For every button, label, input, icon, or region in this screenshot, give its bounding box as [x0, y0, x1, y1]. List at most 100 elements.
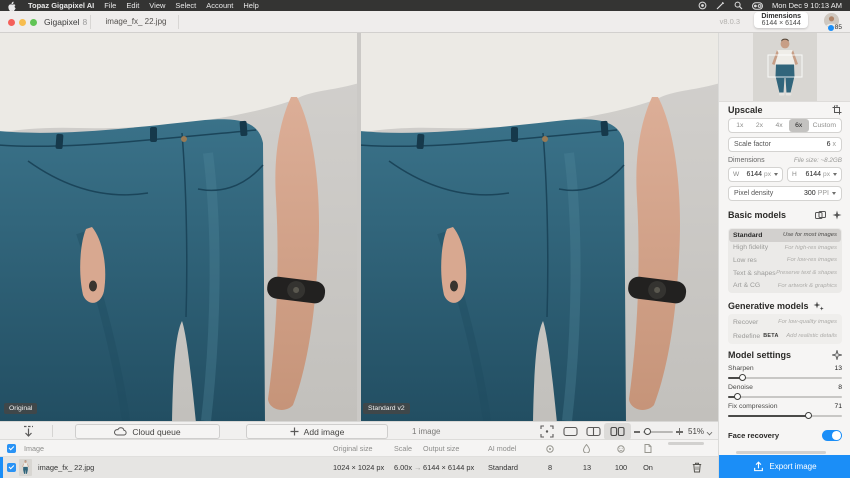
generative-models-list: Recover For low-quality images Redefine … — [728, 314, 842, 344]
fix-compression-slider-track[interactable] — [728, 415, 842, 417]
model-item-standard[interactable]: Standard Use for most images — [729, 229, 841, 242]
width-value[interactable]: 6144 — [746, 171, 762, 178]
basic-models-title: Basic models — [728, 210, 786, 220]
fit-to-screen-icon[interactable] — [540, 425, 554, 438]
row-checkbox[interactable] — [7, 463, 16, 472]
col-original-size: Original size — [333, 440, 373, 457]
pencil-icon[interactable] — [716, 1, 725, 10]
sharpen-slider-handle[interactable] — [739, 374, 746, 381]
add-image-button[interactable]: Add image — [246, 424, 388, 439]
credits-count: 85 — [835, 24, 842, 31]
menu-item-view[interactable]: View — [149, 1, 165, 10]
auto-select-sparkle-icon[interactable] — [832, 210, 842, 220]
spotlight-search-icon[interactable] — [734, 1, 743, 10]
model-description: For low-res images — [787, 257, 837, 263]
row-status-value: On — [638, 457, 658, 478]
scale-option-2x[interactable]: 2x — [750, 119, 770, 132]
height-field[interactable]: H 6144 px — [787, 167, 842, 182]
menu-item-file[interactable]: File — [104, 1, 116, 10]
navigator-thumbnail[interactable] — [753, 33, 817, 101]
zoom-chevron-down-icon[interactable] — [707, 430, 713, 436]
model-name: Recover — [733, 319, 758, 326]
model-name: Text & shapes — [733, 270, 776, 277]
pixel-density-value[interactable]: 300 — [804, 190, 816, 197]
pixel-density-caret-icon[interactable] — [832, 192, 836, 195]
scale-factor-field[interactable]: Scale factor 6 x — [728, 137, 842, 152]
file-table-row[interactable]: image_fx_ 22.jpg 1024 × 1024 px 6.00x → … — [0, 457, 718, 478]
scale-option-custom[interactable]: Custom — [809, 119, 840, 132]
height-dropdown-caret-icon[interactable] — [833, 173, 837, 176]
close-window-button[interactable] — [8, 19, 15, 26]
pixel-density-field[interactable]: Pixel density 300 PPI — [728, 186, 842, 201]
face-recovery-toggle[interactable] — [822, 430, 842, 441]
zoom-window-button[interactable] — [30, 19, 37, 26]
height-value[interactable]: 6144 — [805, 171, 821, 178]
sharpen-slider-track[interactable] — [728, 377, 842, 379]
zoom-level-value[interactable]: 51% — [688, 422, 704, 441]
face-recovery-strength-track[interactable] — [736, 451, 826, 454]
zoom-out-button[interactable] — [634, 431, 640, 433]
scale-options-group: 1x 2x 4x 6x Custom — [728, 118, 842, 133]
denoise-label: Denoise — [728, 384, 753, 391]
cloud-queue-button[interactable]: Cloud queue — [75, 424, 220, 439]
menu-app-name[interactable]: Topaz Gigapixel AI — [28, 1, 94, 10]
app-version-badge: 8 — [82, 17, 87, 27]
toggle-knob — [832, 431, 841, 440]
plus-icon — [290, 427, 299, 436]
comparison-pane-preview[interactable]: Standard v2 — [361, 33, 718, 421]
minimize-window-button[interactable] — [19, 19, 26, 26]
compare-models-icon[interactable] — [815, 211, 826, 220]
width-dropdown-caret-icon[interactable] — [774, 173, 778, 176]
select-all-checkbox[interactable] — [7, 444, 16, 453]
split-view-icon[interactable] — [586, 425, 601, 438]
model-name: Standard — [733, 232, 762, 239]
export-image-button[interactable]: Export image — [719, 455, 850, 478]
single-view-icon[interactable] — [563, 425, 578, 438]
screen-record-icon[interactable] — [698, 1, 707, 10]
scale-option-4x[interactable]: 4x — [769, 119, 789, 132]
model-item-high-fidelity[interactable]: High fidelity For high-res images — [729, 242, 841, 255]
control-center-icon[interactable] — [752, 2, 763, 10]
scale-option-6x-selected[interactable]: 6x — [789, 119, 809, 132]
width-field[interactable]: W 6144 px — [728, 167, 783, 182]
fix-compression-slider-handle[interactable] — [805, 412, 812, 419]
denoise-value: 8 — [838, 384, 842, 391]
model-item-redefine[interactable]: Redefine BETA Add realistic details — [729, 329, 841, 343]
delete-row-trash-icon[interactable] — [692, 462, 702, 473]
menu-item-help[interactable]: Help — [243, 1, 258, 10]
export-upload-icon — [753, 461, 764, 472]
credits-badge[interactable]: 85 — [828, 24, 842, 31]
model-item-recover[interactable]: Recover For low-quality images — [729, 315, 841, 329]
bottom-toolbar: Cloud queue Add image 1 image 51% — [0, 421, 718, 440]
generative-models-title: Generative models — [728, 301, 809, 311]
scale-option-1x[interactable]: 1x — [730, 119, 750, 132]
status-column-icon — [644, 444, 652, 453]
menu-item-select[interactable]: Select — [175, 1, 196, 10]
denoise-slider-track[interactable] — [728, 396, 842, 398]
comparison-pane-original[interactable]: Original — [0, 33, 357, 421]
face-recovery-row: Face recovery — [728, 430, 842, 441]
model-item-low-res[interactable]: Low res For low-res images — [729, 254, 841, 267]
menu-clock[interactable]: Mon Dec 9 10:13 AM — [772, 1, 842, 10]
credits-dot-icon — [828, 25, 834, 31]
table-scrollbar-thumb[interactable] — [668, 442, 704, 445]
col-image: Image — [24, 440, 44, 457]
side-by-side-view-icon[interactable] — [610, 425, 625, 438]
model-item-text-shapes[interactable]: Text & shapes Preserve text & shapes — [729, 267, 841, 280]
face-recovery-label: Face recovery — [728, 431, 779, 440]
model-item-art-cg[interactable]: Art & CG For artwork & graphics — [729, 279, 841, 292]
zoom-slider-handle[interactable] — [644, 428, 651, 435]
document-tab[interactable]: image_fx_ 22.jpg — [96, 11, 176, 33]
crop-resize-icon[interactable] — [832, 105, 842, 115]
model-description: Preserve text & shapes — [776, 270, 837, 276]
denoise-slider-handle[interactable] — [734, 393, 741, 400]
menu-item-edit[interactable]: Edit — [126, 1, 139, 10]
auto-settings-sparkle-icon[interactable] — [832, 350, 842, 360]
tab-separator — [90, 15, 91, 29]
model-description: Use for most images — [783, 232, 837, 238]
model-name: High fidelity — [733, 244, 768, 251]
apple-menu-icon[interactable] — [8, 1, 16, 11]
menu-item-account[interactable]: Account — [206, 1, 233, 10]
import-icon[interactable] — [22, 425, 35, 438]
scale-factor-value[interactable]: 6 — [827, 141, 831, 148]
